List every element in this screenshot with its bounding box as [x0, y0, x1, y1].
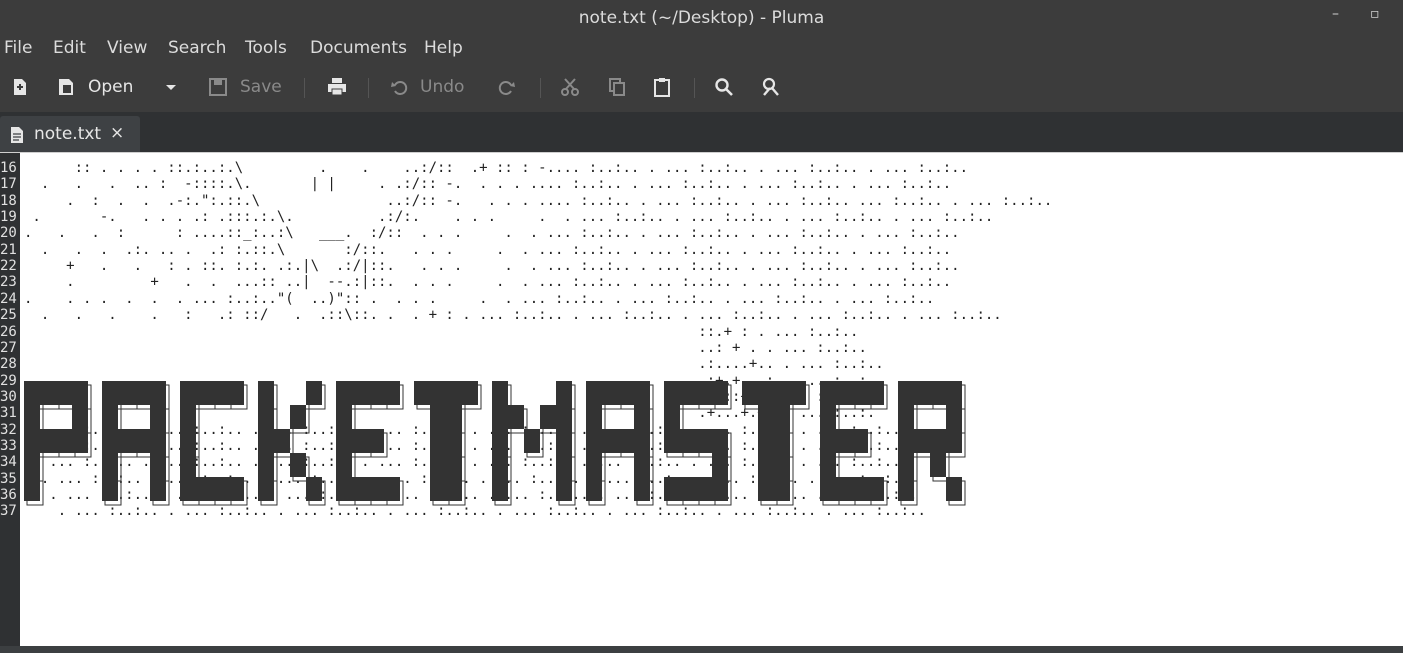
- new-document-button[interactable]: [10, 74, 30, 100]
- banner-letter: [336, 381, 404, 506]
- line-number: 18: [0, 192, 17, 209]
- line-number: 27: [0, 339, 17, 356]
- menu-help[interactable]: Help: [422, 38, 465, 58]
- toolbar-separator: [694, 78, 695, 98]
- redo-button[interactable]: [496, 74, 516, 100]
- line-number: 21: [0, 241, 17, 258]
- ascii-art-banner: [24, 381, 966, 506]
- print-icon: [328, 78, 346, 96]
- banner-letter: [102, 381, 170, 506]
- text-line: ..: + . . ... :..:..: [24, 339, 867, 356]
- window-title: note.txt (~/Desktop) - Pluma: [578, 8, 825, 28]
- tab-label: note.txt: [34, 124, 102, 144]
- paste-icon: [654, 78, 670, 97]
- menu-documents[interactable]: Documents: [308, 38, 409, 58]
- text-line: .:....+.. . ... :..:..: [24, 356, 884, 373]
- undo-icon: [391, 81, 408, 95]
- title-bar: note.txt (~/Desktop) - Pluma – ▫: [0, 0, 1403, 36]
- text-line: . -. . . . .: .:::.:.\. .:/:. . . . . . …: [24, 209, 994, 226]
- toolbar-separator: [304, 78, 305, 98]
- menu-edit[interactable]: Edit: [51, 38, 88, 58]
- open-button[interactable]: Open: [56, 74, 133, 100]
- search-icon: [715, 78, 733, 96]
- save-button[interactable]: Save: [208, 74, 282, 100]
- minimize-button[interactable]: –: [1332, 6, 1339, 22]
- banner-letter: [492, 381, 576, 506]
- text-line: + . . : . ::. :.:. .:.|\ .:/|::. . . . .…: [24, 258, 960, 275]
- find-button[interactable]: [714, 74, 734, 100]
- menu-file[interactable]: File: [2, 38, 34, 58]
- undo-button[interactable]: Undo: [390, 74, 464, 100]
- text-line: . + . . ...:: ..| --.:|::. . . . . . ...…: [24, 274, 952, 291]
- line-number: 24: [0, 290, 17, 307]
- menu-search[interactable]: Search: [166, 38, 228, 58]
- banner-letter: [586, 381, 654, 506]
- toolbar-separator: [368, 78, 369, 98]
- maximize-button[interactable]: ▫: [1370, 6, 1380, 22]
- line-number: 20: [0, 225, 17, 242]
- copy-icon: [609, 78, 625, 96]
- banner-letter: [742, 381, 810, 506]
- line-number: 19: [0, 209, 17, 226]
- text-line: ::.+ : . ... :..:..: [24, 323, 859, 340]
- line-number: 28: [0, 356, 17, 373]
- text-line: . . . . : .: ::/ . .::\::. . . + : . ...…: [24, 307, 1002, 324]
- line-number: 16: [0, 160, 17, 176]
- text-line: . . . .:. .. . .: :.::.\ :/::. . . . . .…: [24, 241, 952, 258]
- menu-tools[interactable]: Tools: [243, 38, 289, 58]
- open-file-icon: [59, 79, 73, 95]
- text-line: . . . . . . . ... :..:.."( ..)":: . . . …: [24, 290, 935, 307]
- cut-button[interactable]: [560, 74, 580, 100]
- open-label: Open: [88, 77, 134, 97]
- line-number: 22: [0, 258, 17, 275]
- line-number: 17: [0, 176, 17, 193]
- print-button[interactable]: [326, 74, 348, 100]
- text-line: . . . : : ....::_:..:\ ___. :/:: . . . .…: [24, 225, 960, 242]
- save-label: Save: [240, 77, 282, 97]
- banner-letter: [898, 381, 966, 506]
- line-number: 25: [0, 307, 17, 324]
- chevron-down-icon: [166, 85, 176, 90]
- text-document-icon: [11, 127, 23, 143]
- toolbar: Open Save Undo: [0, 62, 1403, 112]
- banner-letter: [180, 381, 248, 506]
- undo-label: Undo: [420, 77, 465, 97]
- menu-bar: File Edit View Search Tools Documents He…: [0, 36, 1403, 62]
- banner-letter: [24, 381, 92, 506]
- tab-close-button[interactable]: ×: [110, 123, 124, 143]
- toolbar-separator: [540, 78, 541, 98]
- tab-note-txt[interactable]: note.txt ×: [0, 116, 140, 152]
- redo-icon: [498, 81, 515, 95]
- cut-icon: [561, 78, 579, 96]
- text-line: . : . . .-:.":.::.\ ..:/:: -. . . . ....…: [24, 192, 1053, 209]
- paste-button[interactable]: [652, 74, 672, 100]
- text-editor[interactable]: 16 17 18 19 20 21 22 23 24 25 26 27 28 29 30 31 32 33 34 35…: [0, 152, 1403, 647]
- new-document-icon: [14, 79, 26, 95]
- menu-view[interactable]: View: [105, 38, 149, 58]
- recent-files-dropdown[interactable]: [164, 74, 178, 100]
- line-number: 23: [0, 274, 17, 291]
- status-area: [0, 646, 1403, 653]
- copy-button[interactable]: [607, 74, 627, 100]
- text-line: . . . .. : -::::.\. | | . .:/:: -. . . .…: [24, 176, 952, 193]
- banner-letter: [820, 381, 888, 506]
- tab-bar: note.txt ×: [0, 112, 1403, 152]
- banner-letter: [664, 381, 732, 506]
- banner-letter: [258, 381, 326, 506]
- banner-letter: [414, 381, 482, 506]
- find-replace-icon: [762, 77, 779, 96]
- replace-button[interactable]: [760, 74, 782, 100]
- save-icon: [209, 78, 227, 96]
- text-line: :: . . . . ::.:..:.\ . . ..:/:: .+ :: : …: [24, 160, 969, 176]
- line-number: 26: [0, 323, 17, 340]
